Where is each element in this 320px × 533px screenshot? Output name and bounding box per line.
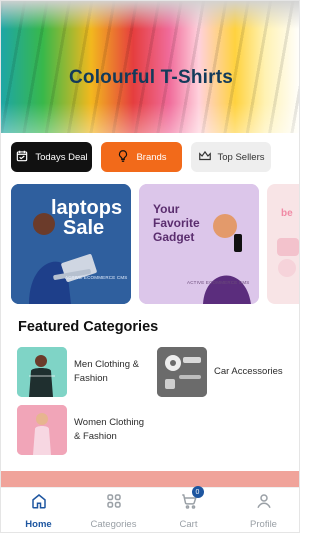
women-clothing-thumbnail (17, 405, 67, 455)
todays-deal-label: Todays Deal (35, 151, 88, 163)
nav-cart[interactable]: 0 Cart (151, 486, 226, 530)
cart-icon: 0 (180, 486, 204, 515)
category-car-accessories[interactable]: Car Accessories (157, 347, 288, 397)
beauty-banner-partial[interactable]: be (267, 184, 299, 304)
car-accessories-thumbnail (157, 347, 207, 397)
laptops-sale-caption: ACTIVE ECOMMERCE CMS (65, 275, 128, 280)
bottom-navigation: Home Categories 0 Cart Profile (1, 486, 299, 532)
favorite-gadget-text: Your Favorite Gadget (153, 202, 200, 244)
men-clothing-label: Men Clothing & Fashion (74, 359, 139, 384)
quick-filters: Todays Deal Brands Top Sellers (11, 142, 291, 172)
hero-fade (1, 103, 299, 133)
laptops-sale-text: laptops Sale (51, 197, 123, 239)
hero-banner[interactable]: Colourful T-Shirts (1, 1, 299, 133)
beauty-product-illustration (277, 238, 299, 277)
nav-profile-label: Profile (250, 519, 277, 530)
calendar-check-icon (15, 149, 29, 166)
promo-strip (1, 471, 299, 487)
woman-illustration (17, 405, 67, 455)
laptops-sale-banner[interactable]: laptops Sale ACTIVE ECOMMERCE CMS (11, 184, 131, 304)
top-sellers-button[interactable]: Top Sellers (191, 142, 271, 172)
top-sellers-label: Top Sellers (217, 151, 265, 163)
crown-icon (198, 149, 212, 166)
nav-categories[interactable]: Categories (76, 492, 151, 530)
promo-carousel[interactable]: laptops Sale ACTIVE ECOMMERCE CMS Your F… (11, 184, 299, 304)
app-screen: Colourful T-Shirts Todays Deal Brands To… (0, 0, 300, 533)
man-illustration (17, 347, 67, 397)
todays-deal-button[interactable]: Todays Deal (11, 142, 92, 172)
featured-categories-title: Featured Categories (18, 319, 159, 335)
category-women-clothing[interactable]: Women Clothing & Fashion (17, 405, 148, 455)
nav-profile[interactable]: Profile (226, 492, 299, 530)
men-clothing-thumbnail (17, 347, 67, 397)
nav-home[interactable]: Home (1, 492, 76, 530)
hero-hangers (1, 1, 299, 29)
cart-count-badge: 0 (191, 486, 204, 498)
category-men-clothing[interactable]: Men Clothing & Fashion (17, 347, 148, 397)
car-accessories-label: Car Accessories (214, 366, 283, 377)
user-icon (255, 492, 273, 515)
favorite-gadget-caption: ACTIVE ECOMMERCE CMS (187, 280, 250, 285)
favorite-gadget-banner[interactable]: Your Favorite Gadget ACTIVE ECOMMERCE CM… (139, 184, 259, 304)
hero-title: Colourful T-Shirts (68, 67, 234, 88)
brands-label: Brands (136, 151, 167, 163)
nav-categories-label: Categories (90, 519, 137, 530)
women-clothing-label: Women Clothing & Fashion (74, 417, 145, 442)
home-icon (30, 492, 48, 515)
brands-button[interactable]: Brands (101, 142, 182, 172)
lightbulb-icon (116, 149, 130, 166)
grid-icon (105, 492, 123, 515)
car-parts-illustration (157, 347, 207, 397)
nav-cart-label: Cart (179, 519, 198, 530)
nav-home-label: Home (25, 519, 52, 530)
